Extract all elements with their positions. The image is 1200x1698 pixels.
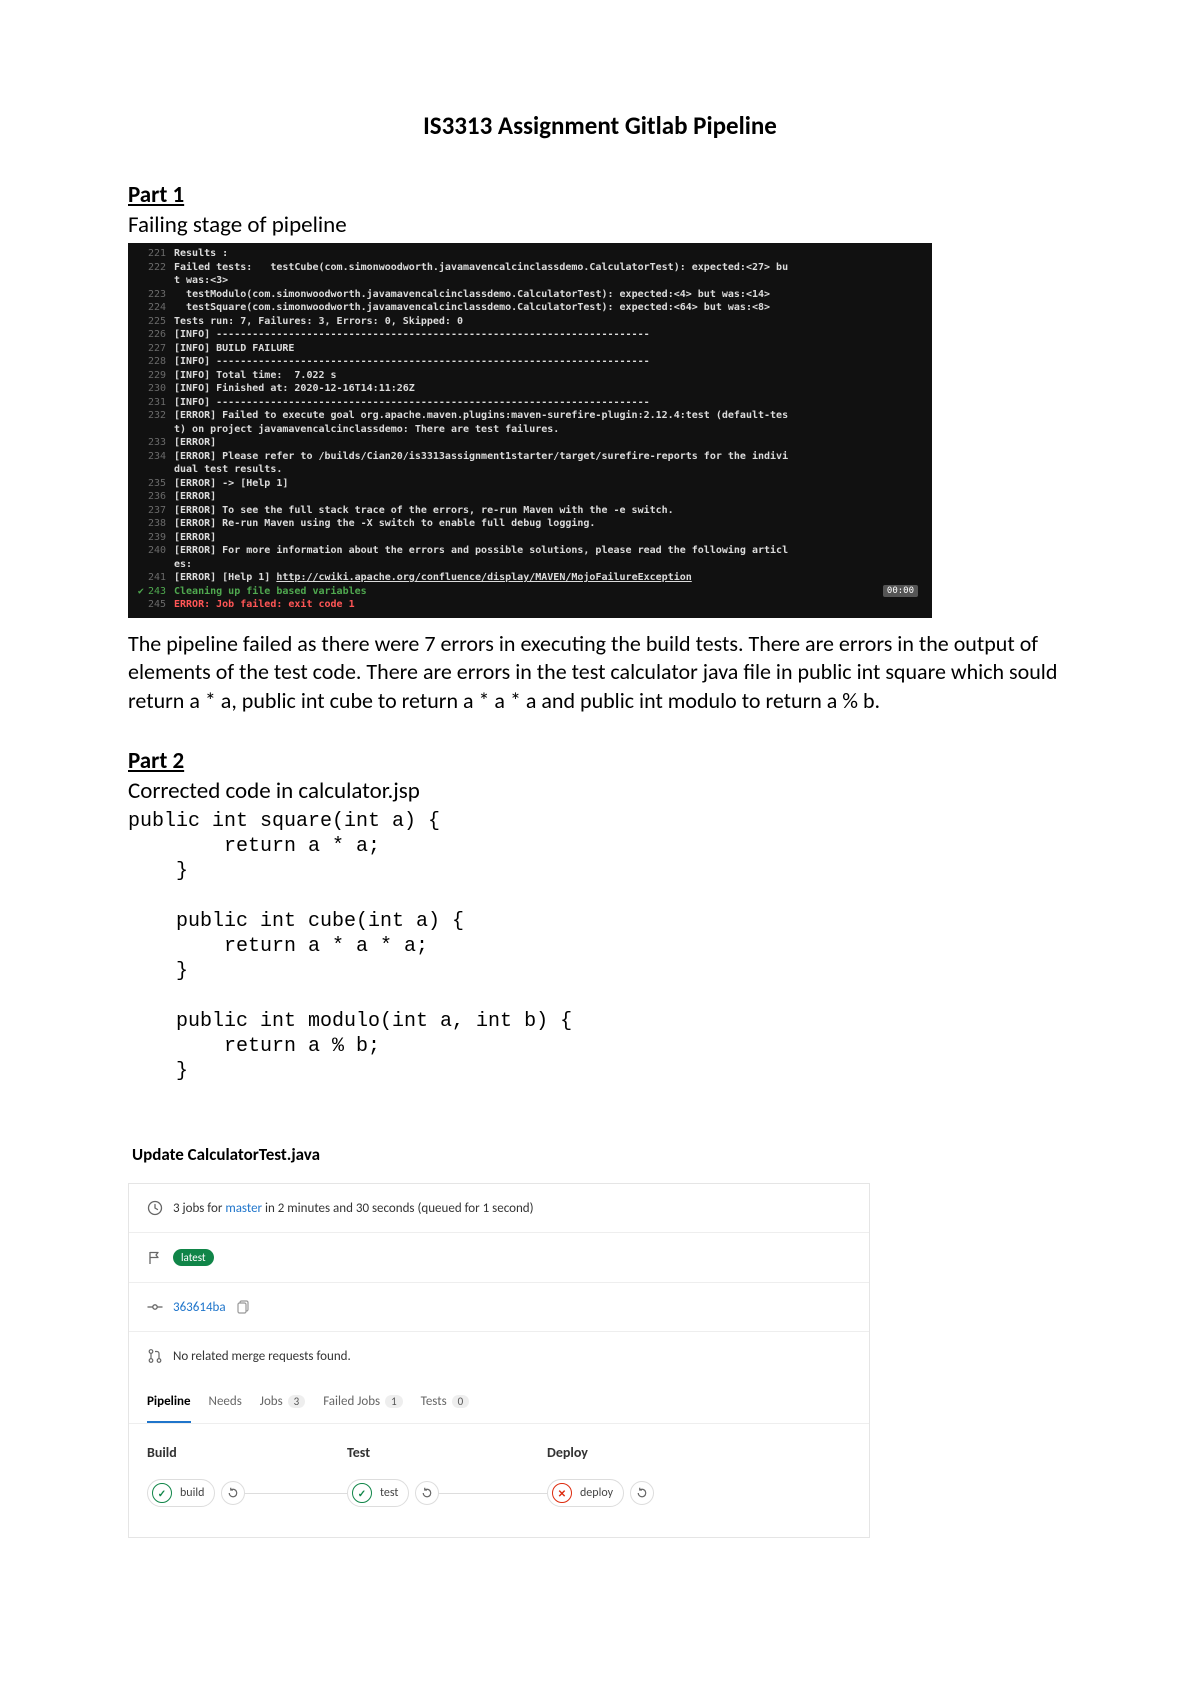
terminal-line: 237[ERROR] To see the full stack trace o… (134, 504, 926, 518)
document-page: IS3313 Assignment Gitlab Pipeline Part 1… (0, 0, 1200, 1698)
terminal-line: 245ERROR: Job failed: exit code 1 (134, 598, 926, 612)
terminal-line: 229[INFO] Total time: 7.022 s (134, 369, 926, 383)
terminal-line: 233[ERROR] (134, 436, 926, 450)
terminal-line: 224 testSquare(com.simonwoodworth.javama… (134, 301, 926, 315)
terminal-output: 221Results :222Failed tests: testCube(co… (128, 243, 932, 618)
terminal-line: 226[INFO] ------------------------------… (134, 328, 926, 342)
job-label: deploy (580, 1486, 613, 1500)
check-icon: ✓ (352, 1483, 372, 1503)
part1-subheading: Failing stage of pipeline (128, 211, 1072, 239)
stage-name: Test (347, 1444, 547, 1461)
x-icon: ✕ (552, 1483, 572, 1503)
stage-connector (245, 1493, 347, 1494)
terminal-timer: 00:00 (883, 585, 918, 597)
terminal-line: 234[ERROR] Please refer to /builds/Cian2… (134, 450, 926, 464)
gitlab-pipeline-card: 3 jobs for master in 2 minutes and 30 se… (128, 1183, 870, 1538)
pipeline-job[interactable]: ✓ test (347, 1479, 409, 1507)
job-label: build (180, 1486, 204, 1500)
commit-sha-link[interactable]: 363614ba (173, 1300, 226, 1315)
terminal-link[interactable]: http://cwiki.apache.org/confluence/displ… (276, 572, 691, 583)
terminal-line: 225Tests run: 7, Failures: 3, Errors: 0,… (134, 315, 926, 329)
mr-text: No related merge requests found. (173, 1349, 351, 1364)
terminal-line: 223 testModulo(com.simonwoodworth.javama… (134, 288, 926, 302)
gitlab-card-title: Update CalculatorTest.java (132, 1144, 1072, 1165)
pipeline-stage: Test ✓ test (347, 1444, 547, 1507)
terminal-line: 236[ERROR] (134, 490, 926, 504)
terminal-line: 228[INFO] ------------------------------… (134, 355, 926, 369)
retry-icon[interactable] (630, 1481, 654, 1505)
terminal-line: 230[INFO] Finished at: 2020-12-16T14:11:… (134, 382, 926, 396)
terminal-line: es: (134, 558, 926, 572)
tab-failed-jobs[interactable]: Failed Jobs 1 (323, 1394, 402, 1423)
tab-tests[interactable]: Tests 0 (421, 1394, 470, 1423)
corrected-code: public int square(int a) { return a * a;… (128, 809, 1072, 1084)
pipeline-job[interactable]: ✕ deploy (547, 1479, 624, 1507)
part1-heading: Part 1 (128, 181, 1072, 209)
pipeline-stage: Deploy ✕ deploy (547, 1444, 747, 1507)
retry-icon[interactable] (415, 1481, 439, 1505)
terminal-line: 232[ERROR] Failed to execute goal org.ap… (134, 409, 926, 423)
terminal-line: 235[ERROR] -> [Help 1] (134, 477, 926, 491)
copy-icon[interactable] (236, 1299, 252, 1315)
clock-icon (147, 1200, 163, 1216)
tab-needs[interactable]: Needs (209, 1394, 242, 1423)
stage-name: Build (147, 1444, 347, 1461)
pipeline-job[interactable]: ✓ build (147, 1479, 215, 1507)
terminal-line: 238[ERROR] Re-run Maven using the -X swi… (134, 517, 926, 531)
pipeline-stage: Build ✓ build (147, 1444, 347, 1507)
terminal-line: 227[INFO] BUILD FAILURE (134, 342, 926, 356)
tab-jobs[interactable]: Jobs 3 (260, 1394, 305, 1423)
gitlab-stages: Build ✓ build Test ✓ test Deploy ✕ deploy (129, 1424, 869, 1537)
commit-icon (147, 1299, 163, 1315)
terminal-line: t was:<3> (134, 274, 926, 288)
gitlab-tabs: Pipeline Needs Jobs 3 Failed Jobs 1 Test… (129, 1380, 869, 1423)
part2-subheading: Corrected code in calculator.jsp (128, 777, 1072, 805)
job-label: test (380, 1486, 398, 1500)
terminal-line: dual test results. (134, 463, 926, 477)
gitlab-tags-row: latest (129, 1233, 869, 1283)
terminal-line: 239[ERROR] (134, 531, 926, 545)
gitlab-mr-row: No related merge requests found. (129, 1332, 869, 1380)
flag-icon (147, 1250, 163, 1266)
terminal-line: ✔243Cleaning up file based variables00:0… (134, 585, 926, 599)
gitlab-summary-row: 3 jobs for master in 2 minutes and 30 se… (129, 1184, 869, 1233)
gitlab-commit-row: 363614ba (129, 1283, 869, 1332)
branch-link[interactable]: master (225, 1201, 262, 1216)
merge-request-icon (147, 1348, 163, 1364)
terminal-line: 221Results : (134, 247, 926, 261)
stage-name: Deploy (547, 1444, 747, 1461)
check-icon: ✓ (152, 1483, 172, 1503)
terminal-line: t) on project javamavencalcinclassdemo: … (134, 423, 926, 437)
latest-badge: latest (173, 1249, 214, 1266)
terminal-line: 241[ERROR] [Help 1] http://cwiki.apache.… (134, 571, 926, 585)
summary-text: 3 jobs for master in 2 minutes and 30 se… (173, 1201, 534, 1216)
terminal-line: 231[INFO] ------------------------------… (134, 396, 926, 410)
retry-icon[interactable] (221, 1481, 245, 1505)
terminal-line: 222Failed tests: testCube(com.simonwoodw… (134, 261, 926, 275)
stage-connector (439, 1493, 547, 1494)
part1-paragraph: The pipeline failed as there were 7 erro… (128, 630, 1058, 716)
page-title: IS3313 Assignment Gitlab Pipeline (128, 110, 1072, 141)
part2-heading: Part 2 (128, 747, 1072, 775)
tab-pipeline[interactable]: Pipeline (147, 1394, 191, 1423)
terminal-line: 240[ERROR] For more information about th… (134, 544, 926, 558)
